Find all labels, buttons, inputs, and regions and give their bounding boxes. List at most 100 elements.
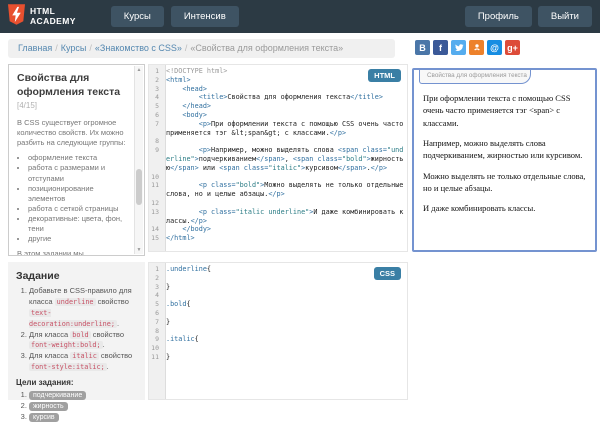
task-step-text: свойство (96, 297, 129, 306)
breadcrumb-item[interactable]: «Знакомство с CSS» (95, 43, 182, 53)
task-step: Для класса bold свойство font-weight:bol… (29, 330, 137, 352)
task-step-text: свойство (91, 330, 124, 339)
inline-code: font-weight:bold; (29, 341, 103, 349)
code-line[interactable]: 4 <title>Свойства для оформления текста<… (149, 93, 407, 102)
theory-outro: В этом задании мы познакомимся с несколь… (17, 249, 129, 256)
line-number: 9 (149, 335, 162, 344)
goal-item: курсив (29, 412, 137, 423)
line-number: 7 (149, 318, 162, 327)
header-nav: Курсы Интенсив (111, 6, 239, 27)
line-number: 6 (149, 111, 162, 120)
inline-code: font-style:italic; (29, 363, 107, 371)
css-code-editor[interactable]: CSS 1.underline{23}45.bold{67}89.italic{… (148, 262, 408, 400)
line-number: 3 (149, 85, 162, 94)
breadcrumb-item[interactable]: Курсы (61, 43, 87, 53)
breadcrumb-separator: / (86, 43, 95, 53)
code-line[interactable]: 6 <body> (149, 111, 407, 120)
app-header: HTML ACADEMY Курсы Интенсив Профиль Выйт… (0, 0, 600, 33)
breadcrumb-item[interactable]: Главная (18, 43, 52, 53)
html-code-editor[interactable]: HTML 1<!DOCTYPE html>2<html>3 <head>4 <t… (148, 64, 408, 252)
line-number: 15 (149, 234, 162, 243)
task-title: Задание (16, 270, 137, 282)
preview-paragraph: При оформлении текста с помощью CSS очен… (423, 92, 586, 129)
code-line[interactable]: 5.bold{ (149, 300, 407, 309)
nav-courses-button[interactable]: Курсы (111, 6, 164, 27)
scroll-down-icon[interactable]: ▼ (135, 246, 143, 254)
facebook-icon[interactable]: f (433, 40, 448, 55)
line-number: 10 (149, 344, 162, 353)
task-step-text: Для класса (29, 330, 70, 339)
line-number: 14 (149, 225, 162, 234)
line-number: 10 (149, 173, 162, 182)
code-line[interactable]: 1.underline{ (149, 265, 407, 274)
task-step-text: . (117, 319, 119, 328)
line-number: 13 (149, 208, 162, 226)
code-line[interactable]: 13 <p class="italic underline">И даже ко… (149, 208, 407, 226)
goal-badge: жирность (29, 402, 68, 411)
line-number: 3 (149, 283, 162, 292)
code-line[interactable]: 4 (149, 291, 407, 300)
code-line[interactable]: 7 <p>При оформлении текста с помощью CSS… (149, 120, 407, 138)
code-line[interactable]: 10 (149, 344, 407, 353)
htmlacademy-logo[interactable]: HTML ACADEMY (0, 4, 76, 30)
task-goals-list: подчеркивание жирность курсив (29, 390, 137, 423)
code-line[interactable]: 3 <head> (149, 85, 407, 94)
preview-tab[interactable]: Свойства для оформления текста (419, 70, 531, 84)
line-number: 6 (149, 309, 162, 318)
scroll-thumb[interactable] (136, 169, 142, 205)
code-line[interactable]: 9.italic{ (149, 335, 407, 344)
line-number: 4 (149, 291, 162, 300)
vk-icon[interactable]: В (415, 40, 430, 55)
property-group-item: другие (28, 234, 129, 244)
code-line[interactable]: 11} (149, 353, 407, 362)
css-badge: CSS (374, 267, 401, 280)
code-line[interactable]: 12 (149, 199, 407, 208)
line-number: 1 (149, 67, 162, 76)
mailru-icon[interactable]: @ (487, 40, 502, 55)
nav-intensive-button[interactable]: Интенсив (171, 6, 239, 27)
code-line[interactable]: 10 (149, 173, 407, 182)
code-line[interactable]: 2 (149, 274, 407, 283)
profile-button[interactable]: Профиль (465, 6, 532, 27)
code-line[interactable]: 15</html> (149, 234, 407, 243)
line-number: 7 (149, 120, 162, 138)
inline-code: text-decoration:underline; (29, 309, 117, 328)
googleplus-icon[interactable]: g+ (505, 40, 520, 55)
inline-code: italic (70, 352, 99, 360)
line-number: 2 (149, 274, 162, 283)
task-step-text: . (103, 340, 105, 349)
breadcrumb-item: «Свойства для оформления текста» (190, 43, 343, 53)
task-step-text: Для класса (29, 351, 70, 360)
property-group-item: оформление текста (28, 153, 129, 163)
code-line[interactable]: 8 (149, 327, 407, 336)
code-line[interactable]: 8 (149, 137, 407, 146)
twitter-icon[interactable] (451, 40, 466, 55)
code-line[interactable]: 3} (149, 283, 407, 292)
scroll-up-icon[interactable]: ▲ (135, 66, 143, 74)
social-share-bar: Вf @g+ (415, 40, 520, 55)
property-group-item: работа с сеткой страницы (28, 204, 129, 214)
preview-content: При оформлении текста с помощью CSS очен… (414, 70, 595, 231)
task-step: Для класса italic свойство font-style:it… (29, 351, 137, 373)
line-number: 2 (149, 76, 162, 85)
theory-intro: В CSS существует огромное количество сво… (17, 118, 129, 148)
line-number: 5 (149, 300, 162, 309)
code-line[interactable]: 14 </body> (149, 225, 407, 234)
code-line[interactable]: 11 <p class="bold">Можно выделять не тол… (149, 181, 407, 199)
logout-button[interactable]: Выйти (538, 6, 592, 27)
odnoklassniki-icon[interactable] (469, 40, 484, 55)
code-line[interactable]: 5 </head> (149, 102, 407, 111)
code-line[interactable]: 7} (149, 318, 407, 327)
line-number: 1 (149, 265, 162, 274)
theory-scrollbar[interactable]: ▲ ▼ (134, 66, 143, 254)
line-number: 12 (149, 199, 162, 208)
inline-code: bold (70, 331, 90, 339)
goal-badge: курсив (29, 413, 59, 422)
line-number: 8 (149, 327, 162, 336)
goal-badge: подчеркивание (29, 391, 86, 400)
property-group-item: декоративные: цвета, фон, тени (28, 214, 129, 234)
goal-item: подчеркивание (29, 390, 137, 401)
code-line[interactable]: 9 <p>Например, можно выделять слова <spa… (149, 146, 407, 172)
preview-paragraph: И даже комбинировать классы. (423, 202, 586, 214)
code-line[interactable]: 6 (149, 309, 407, 318)
